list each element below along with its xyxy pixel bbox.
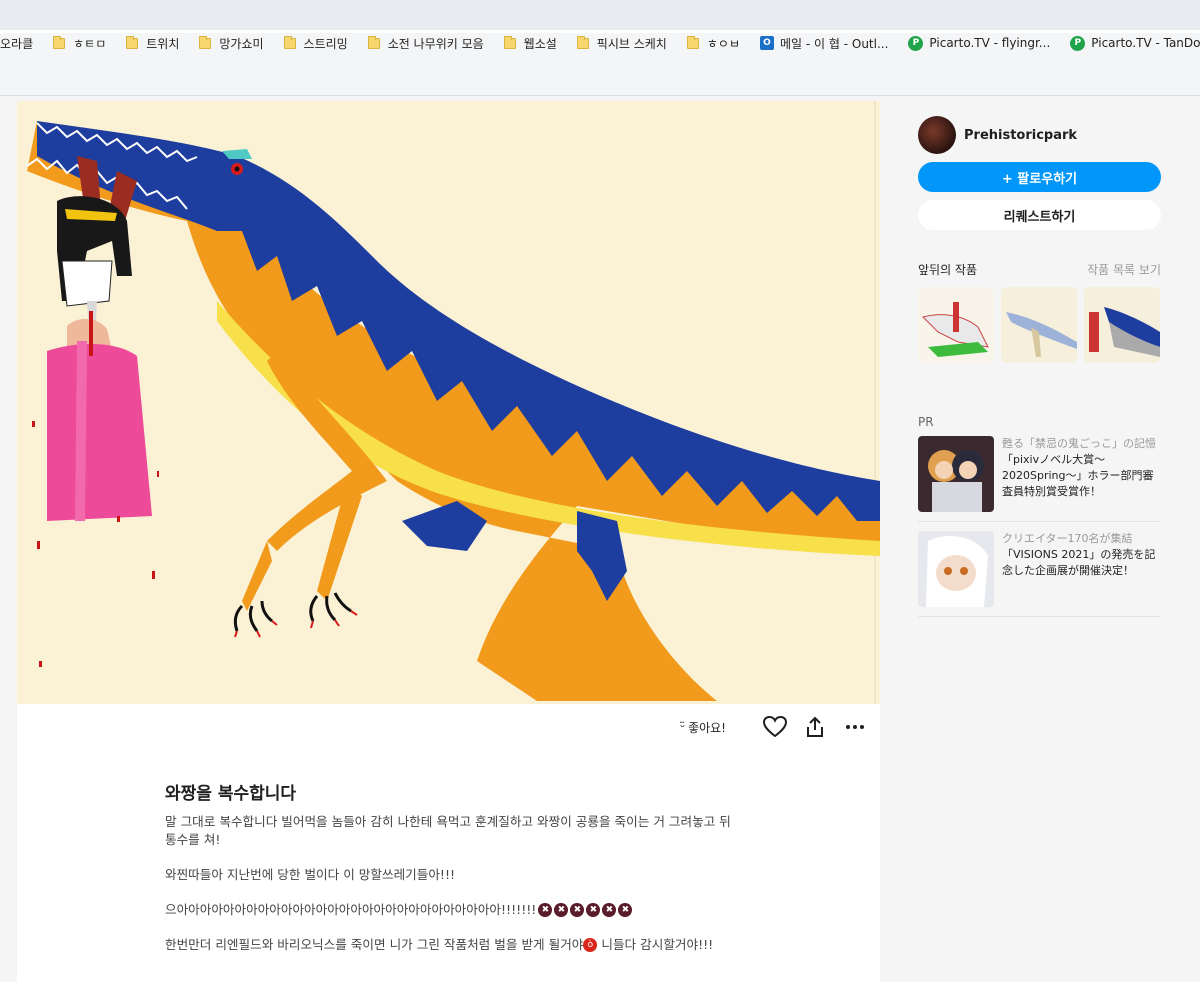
- author-info[interactable]: Prehistoricpark: [918, 116, 1077, 154]
- follow-button[interactable]: + 팔로우하기: [918, 162, 1161, 192]
- pr-label: PR: [918, 415, 934, 429]
- more-icon: [846, 725, 864, 729]
- bookmark-picarto[interactable]: P Picarto.TV - TanDo...: [1070, 33, 1200, 53]
- nearby-works-header: 앞뒤의 작품 작품 목록 보기: [918, 261, 1161, 278]
- outlook-icon: O: [759, 36, 774, 50]
- caption-text: 니들다 감시할거야!!!: [597, 936, 714, 952]
- bookmark-picarto[interactable]: P Picarto.TV - flyingr...: [908, 33, 1050, 53]
- pr-thumbnail[interactable]: [918, 531, 994, 607]
- angry-emoji-icon: ✖: [570, 903, 585, 917]
- artwork-card: ᵕ̈ 좋아요! 와짱을 복수합니다 말 그대로 복수합니다 빌어먹을 놈들아 감…: [17, 101, 880, 982]
- folder-icon: [367, 35, 380, 49]
- bookmark-folder[interactable]: 웹소설: [503, 33, 557, 53]
- pr-subtitle: クリエイター170名が集結: [1002, 532, 1133, 545]
- folder-icon: [53, 35, 66, 49]
- bookmark-label: 소전 나무위키 모음: [387, 36, 484, 51]
- bookmark-label: 메일 - 이 협 - Outl...: [779, 36, 889, 51]
- picarto-icon: P: [908, 35, 924, 51]
- heart-icon: [763, 716, 787, 738]
- bookmark-label: 오라클: [0, 36, 34, 51]
- pr-title[interactable]: 「VISIONS 2021」の発売を記念した企画展が開催決定！: [1002, 547, 1161, 579]
- bookmark-folder[interactable]: 소전 나무위키 모음: [367, 33, 484, 53]
- view-works-list-link[interactable]: 작품 목록 보기: [1087, 261, 1161, 278]
- pr-subtitle: 甦る「禁忌の鬼ごっこ」の記憶: [1002, 437, 1156, 450]
- bookmark-outlook[interactable]: O 메일 - 이 협 - Outl...: [759, 33, 889, 53]
- avatar[interactable]: [918, 116, 956, 154]
- folder-icon: [283, 35, 296, 49]
- bookmark-folder[interactable]: ㅎㅇㅂ: [686, 33, 740, 53]
- nearby-work-thumbnail[interactable]: [918, 287, 994, 363]
- request-button[interactable]: 리퀘스트하기: [918, 200, 1161, 230]
- folder-icon: [126, 35, 139, 49]
- pr-item[interactable]: 甦る「禁忌の鬼ごっこ」の記憶 「pixivノベル大賞～2020Spring～」ホ…: [918, 436, 1161, 522]
- nearby-works-thumbnails: [918, 287, 1167, 363]
- bookmark-label: Picarto.TV - TanDo...: [1091, 36, 1200, 50]
- bookmarks-bar: 오라클 ㅎㅌㅁ 트위치 망가쇼미 스트리밍 소전 나무위키 모음 웹소설 픽시브…: [0, 33, 1200, 53]
- angry-emoji-icon: ✖: [602, 903, 617, 917]
- share-button[interactable]: [802, 715, 828, 739]
- picarto-icon: P: [1070, 35, 1086, 51]
- nearby-work-thumbnail[interactable]: [1084, 287, 1160, 363]
- bookmark-label: 스트리밍: [303, 36, 348, 51]
- caption-text: 한번만더 리엔필드와 바리오닉스를 죽이면 니가 그린 작품처럼 벌을 받게 될…: [165, 936, 584, 952]
- browser-top-bar: [0, 0, 1200, 30]
- bookmark-heart-button[interactable]: [762, 715, 788, 739]
- bookmark-label: Picarto.TV - flyingr...: [929, 36, 1051, 50]
- angry-emoji-icon: ✖: [538, 903, 553, 917]
- nearby-work-thumbnail[interactable]: [1001, 287, 1077, 363]
- more-button[interactable]: [842, 715, 868, 739]
- bookmark-folder[interactable]: 픽시브 스케치: [576, 33, 667, 53]
- bookmark-item[interactable]: 오라클: [0, 33, 33, 53]
- pr-title[interactable]: 「pixivノベル大賞～2020Spring～」ホラー部門審査員特別賞受賞作！: [1002, 452, 1161, 500]
- author-name[interactable]: Prehistoricpark: [964, 128, 1077, 143]
- pixiv-page: ᵕ̈ 좋아요! 와짱을 복수합니다 말 그대로 복수합니다 빌어먹을 놈들아 감…: [0, 97, 1200, 982]
- folder-icon: [199, 35, 212, 49]
- bookmark-label: 망가쇼미: [219, 36, 264, 51]
- bookmark-label: 트위치: [146, 36, 180, 51]
- bookmark-folder[interactable]: 트위치: [126, 33, 179, 53]
- smile-icon: ᵕ̈: [680, 720, 686, 734]
- bookmark-label: 픽시브 스케치: [596, 36, 667, 51]
- angry-face-icon: ò: [583, 938, 598, 952]
- artwork-actions: ᵕ̈ 좋아요!: [680, 715, 868, 739]
- like-label: 좋아요!: [688, 720, 726, 735]
- artwork-title: 와짱을 복수합니다: [165, 784, 297, 804]
- caption-paragraph: 말 그대로 복수합니다 빌어먹을 놈들아 감히 나한테 욕먹고 훈계질하고 와짱…: [165, 814, 731, 847]
- angry-emoji-icon: ✖: [554, 903, 569, 917]
- artwork-description: 와짱을 복수합니다 말 그대로 복수합니다 빌어먹을 놈들아 감히 나한테 욕먹…: [165, 779, 735, 971]
- share-icon: [807, 716, 823, 737]
- bookmark-label: ㅎㅇㅂ: [706, 36, 740, 51]
- folder-icon: [503, 35, 516, 49]
- angry-emoji-icon: ✖: [618, 903, 633, 917]
- bookmark-label: 웹소설: [523, 36, 557, 51]
- pr-thumbnail[interactable]: [918, 436, 994, 512]
- artwork-image[interactable]: [17, 101, 880, 704]
- nearby-works-title: 앞뒤의 작품: [918, 263, 978, 277]
- folder-icon: [576, 35, 589, 49]
- angry-emoji-icon: ✖: [586, 903, 601, 917]
- folder-icon: [686, 35, 699, 49]
- caption-paragraph: 한번만더 리엔필드와 바리오닉스를 죽이면 니가 그린 작품처럼 벌을 받게 될…: [165, 936, 735, 954]
- bookmark-label: ㅎㅌㅁ: [73, 36, 107, 51]
- caption-paragraph: 으아아아아아아아아아아아아아아아아아아아아아아아아아아아아!!!!!!! ✖ ✖ ✖ ✖…: [165, 901, 735, 919]
- caption-paragraph: 와찐따들아 지난번에 당한 벌이다 이 망할쓰레기들아!!!: [165, 866, 456, 882]
- bookmark-folder[interactable]: ㅎㅌㅁ: [53, 33, 106, 53]
- like-button[interactable]: ᵕ̈ 좋아요!: [680, 719, 726, 736]
- bookmark-folder[interactable]: 망가쇼미: [199, 33, 264, 53]
- caption-text: 으아아아아아아아아아아아아아아아아아아아아아아아아아아아아!!!!!!!: [165, 901, 537, 917]
- pr-item[interactable]: クリエイター170名が集結 「VISIONS 2021」の発売を記念した企画展が…: [918, 531, 1161, 617]
- bookmark-folder[interactable]: 스트리밍: [283, 33, 348, 53]
